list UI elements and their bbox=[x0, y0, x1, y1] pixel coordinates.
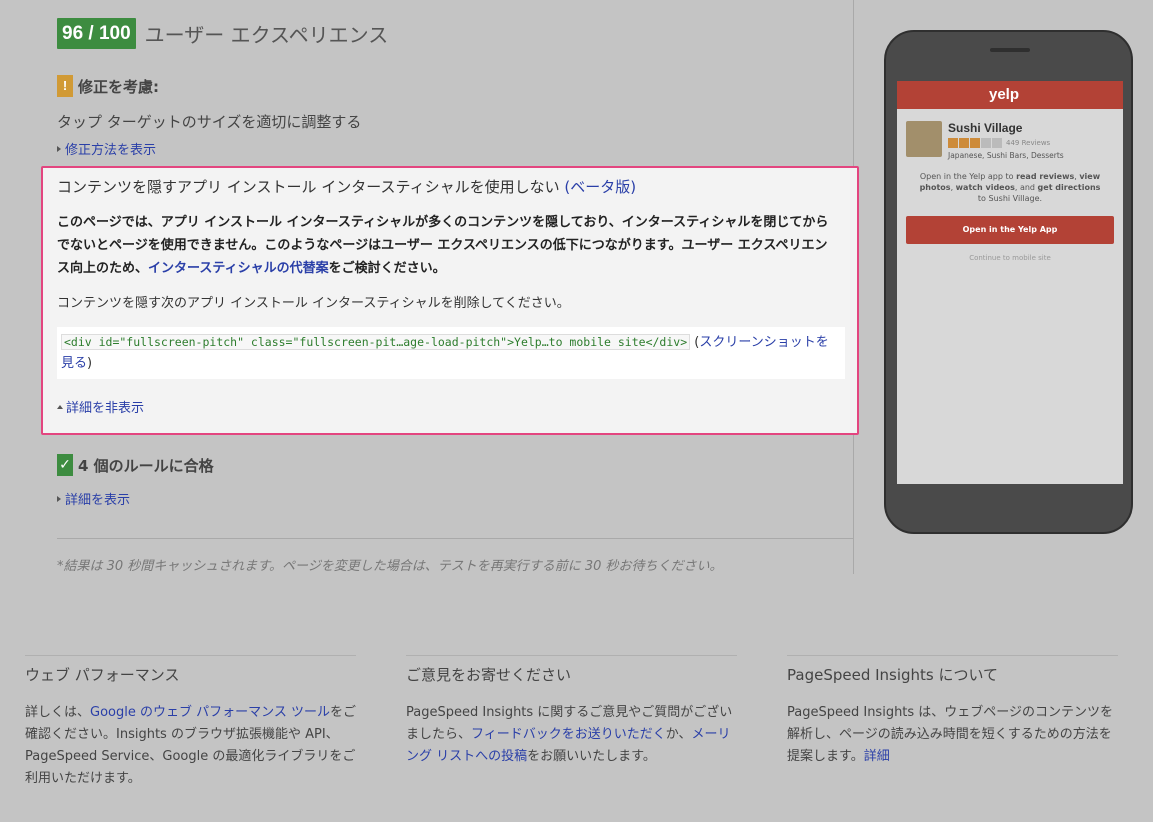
passed-rules-title: 4 個のルールに合格 bbox=[78, 456, 214, 475]
star-empty-icon bbox=[981, 138, 991, 148]
consider-fixing-header: ! 修正を考慮: bbox=[57, 75, 159, 97]
business-photo bbox=[906, 121, 942, 157]
footer-text: 詳しくは、Google のウェブ パフォーマンス ツールをご確認ください。Ins… bbox=[25, 702, 356, 790]
footer-divider bbox=[787, 655, 1118, 656]
footer-feedback: ご意見をお寄せください PageSpeed Insights に関するご意見やご… bbox=[406, 655, 737, 768]
continue-mobile-link: Continue to mobile site bbox=[969, 254, 1051, 262]
collapse-arrow-icon bbox=[57, 404, 63, 409]
star-icon bbox=[970, 138, 980, 148]
star-icon bbox=[959, 138, 969, 148]
interstitial-rule-panel: コンテンツを隠すアプリ インストール インタースティシャルを使用しない (ベータ… bbox=[41, 166, 859, 435]
yelp-logo: yelp bbox=[989, 86, 1020, 103]
msg-bold: watch videos bbox=[955, 183, 1015, 192]
footer-text: PageSpeed Insights は、ウェブページのコンテンツを解析し、ペー… bbox=[787, 702, 1118, 768]
business-card: Sushi Village 449 Reviews Japanese, Sush… bbox=[906, 121, 1064, 160]
msg-bold: get directions bbox=[1037, 183, 1101, 192]
section-title: ユーザー エクスペリエンス bbox=[144, 23, 389, 47]
footer-text-part: PageSpeed Insights は、ウェブページのコンテンツを解析し、ペー… bbox=[787, 705, 1114, 764]
cache-note: *結果は 30 秒間キャッシュされます。ページを変更した場合は、テストを再実行す… bbox=[57, 559, 723, 574]
send-feedback-link[interactable]: フィードバックをお送りいただく bbox=[471, 727, 666, 742]
rule-tap-targets: タップ ターゲットのサイズを適切に調整する bbox=[57, 113, 362, 131]
check-icon: ✓ bbox=[57, 454, 73, 476]
footer-divider bbox=[406, 655, 737, 656]
footer-divider bbox=[25, 655, 356, 656]
remove-instruction: コンテンツを隠す次のアプリ インストール インタースティシャルを削除してください… bbox=[57, 296, 570, 311]
google-tools-link[interactable]: Google のウェブ パフォーマンス ツール bbox=[90, 705, 330, 720]
msg-text: to Sushi Village. bbox=[977, 194, 1043, 203]
phone-preview: yelp Sushi Village 449 Reviews Japanese,… bbox=[884, 30, 1133, 534]
section-divider bbox=[57, 538, 853, 539]
panel-description: このページでは、アプリ インストール インタースティシャルが多くのコンテンツを隠… bbox=[57, 211, 837, 280]
phone-screen: yelp Sushi Village 449 Reviews Japanese,… bbox=[897, 81, 1123, 484]
show-details-link[interactable]: 詳細を表示 bbox=[65, 489, 130, 508]
footer-text-part: 詳しくは、 bbox=[25, 705, 91, 720]
footer-about: PageSpeed Insights について PageSpeed Insigh… bbox=[787, 655, 1118, 768]
footer-title: PageSpeed Insights について bbox=[787, 666, 999, 684]
score-header: 96 / 100 ユーザー エクスペリエンス bbox=[57, 18, 388, 49]
show-fix-toggle[interactable]: 修正方法を表示 bbox=[57, 139, 156, 158]
msg-text: , and bbox=[1014, 183, 1038, 192]
footer-text-part: をお願いいたします。 bbox=[527, 749, 656, 764]
business-name: Sushi Village bbox=[948, 121, 1023, 135]
beta-link[interactable]: (ベータ版) bbox=[564, 178, 636, 196]
footer-title: ウェブ パフォーマンス bbox=[25, 666, 180, 684]
panel-title: コンテンツを隠すアプリ インストール インタースティシャルを使用しない (ベータ… bbox=[57, 176, 636, 197]
score-badge: 96 / 100 bbox=[57, 18, 136, 49]
footer-web-performance: ウェブ パフォーマンス 詳しくは、Google のウェブ パフォーマンス ツール… bbox=[25, 655, 356, 790]
code-snippet: <div id="fullscreen-pitch" class="fullsc… bbox=[61, 334, 691, 350]
hide-details-toggle[interactable]: 詳細を非表示 bbox=[57, 397, 144, 416]
show-fix-link[interactable]: 修正方法を表示 bbox=[65, 139, 156, 158]
footer-title: ご意見をお寄せください bbox=[406, 666, 572, 684]
business-info: Sushi Village 449 Reviews Japanese, Sush… bbox=[948, 121, 1064, 160]
show-details-toggle[interactable]: 詳細を表示 bbox=[57, 489, 130, 508]
description-text-end: をご検討ください。 bbox=[328, 261, 446, 276]
details-link[interactable]: 詳細 bbox=[864, 749, 890, 764]
expand-arrow-icon bbox=[57, 145, 61, 152]
star-icon bbox=[948, 138, 958, 148]
code-snippet-box: <div id="fullscreen-pitch" class="fullsc… bbox=[57, 327, 845, 379]
hide-details-link[interactable]: 詳細を非表示 bbox=[66, 397, 144, 416]
screenshot-paren-close: ) bbox=[87, 356, 93, 371]
footer-text: PageSpeed Insights に関するご意見やご質問がございましたら、フ… bbox=[406, 702, 737, 768]
star-empty-icon bbox=[992, 138, 1002, 148]
panel-title-text: コンテンツを隠すアプリ インストール インタースティシャルを使用しない bbox=[57, 178, 560, 196]
msg-bold: read reviews bbox=[1016, 172, 1075, 181]
review-count: 449 Reviews bbox=[1006, 139, 1051, 147]
warning-icon: ! bbox=[57, 75, 73, 97]
open-yelp-app-button: Open in the Yelp App bbox=[906, 216, 1114, 244]
yelp-header-bar: yelp bbox=[897, 81, 1123, 109]
phone-speaker bbox=[990, 48, 1030, 52]
expand-arrow-icon bbox=[57, 495, 61, 502]
consider-fixing-title: 修正を考慮: bbox=[78, 77, 159, 96]
msg-text: Open in the Yelp app to bbox=[919, 172, 1017, 181]
footer-text-part: か、 bbox=[665, 727, 692, 742]
business-categories: Japanese, Sushi Bars, Desserts bbox=[948, 151, 1064, 160]
star-rating: 449 Reviews bbox=[948, 138, 1064, 148]
interstitial-alternatives-link[interactable]: インタースティシャルの代替案 bbox=[148, 261, 329, 276]
passed-rules-header: ✓ 4 個のルールに合格 bbox=[57, 454, 214, 476]
yelp-app-message: Open in the Yelp app to read reviews, vi… bbox=[915, 171, 1105, 204]
